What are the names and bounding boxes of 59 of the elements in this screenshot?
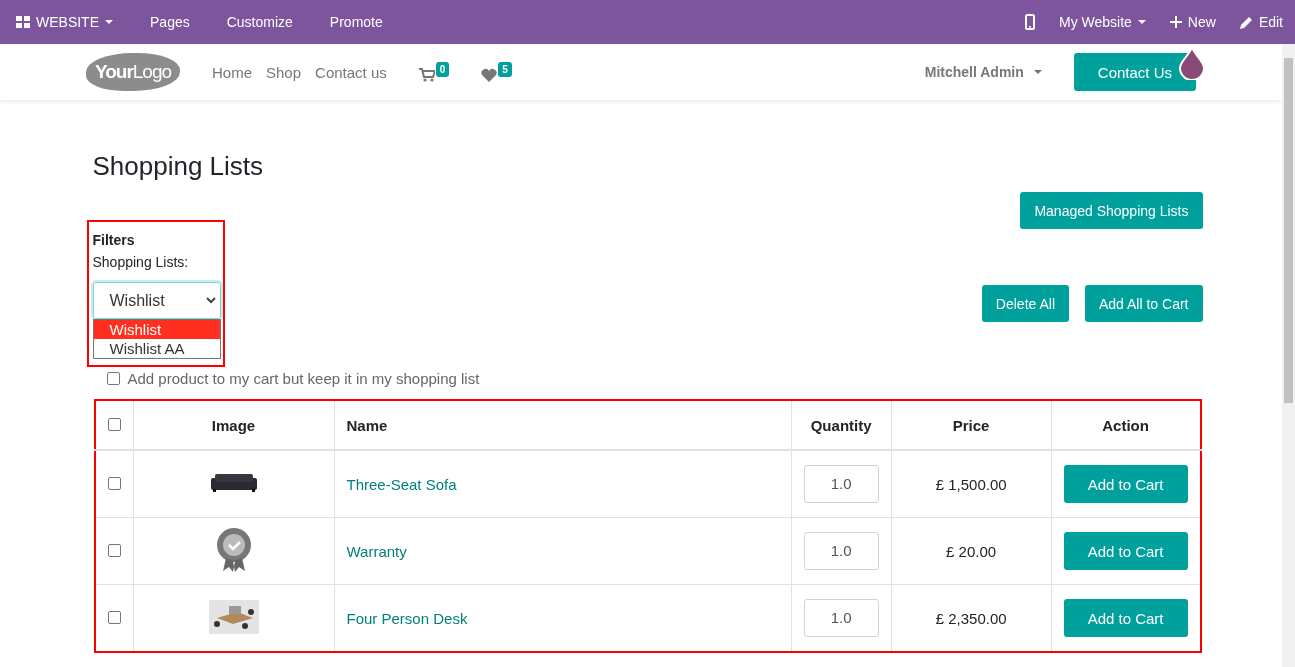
apps-grid-icon <box>16 16 30 28</box>
caret-icon <box>105 20 113 24</box>
quantity-field[interactable]: 1.0 <box>803 532 879 570</box>
page-title: Shopping Lists <box>92 151 265 181</box>
menu-item[interactable]: Customize <box>210 0 314 44</box>
nav-link[interactable]: Shop <box>266 63 302 81</box>
menu-item[interactable]: WEBSITE <box>0 0 134 44</box>
shopping-list-select[interactable]: Wishlist <box>92 282 221 319</box>
product-link[interactable]: Warranty <box>346 542 407 560</box>
quantity-field[interactable]: 1.0 <box>803 465 879 503</box>
desk-photo-placeholder <box>208 599 259 634</box>
checkbox[interactable] <box>107 543 121 557</box>
quantity-field[interactable]: 1.0 <box>803 599 879 637</box>
checkbox[interactable] <box>107 476 121 490</box>
managed-lists-button[interactable]: Managed Shopping Lists <box>1020 192 1203 229</box>
product-link[interactable]: Three-Seat Sofa <box>346 475 457 493</box>
caret-icon <box>1033 70 1042 74</box>
filter-label: Shopping Lists: <box>92 254 190 270</box>
add-to-cart-button[interactable]: Add to Cart <box>1063 599 1188 637</box>
user-menu[interactable]: Mitchell Admin <box>924 64 1042 80</box>
menu-item[interactable]: Edit <box>1227 0 1295 44</box>
count-badge: 0 <box>435 62 450 77</box>
price-text: £ 20.00 <box>946 542 997 560</box>
dropdown-option[interactable]: Wishlist AA <box>93 339 220 358</box>
caret-icon <box>1137 20 1146 24</box>
heart-icon <box>481 68 498 82</box>
pencil-icon <box>1239 15 1253 29</box>
nav-link[interactable]: Contact us <box>315 63 387 81</box>
site-logo[interactable]: YourLogo <box>86 53 180 91</box>
price-text: £ 1,500.00 <box>935 475 1007 493</box>
checkbox[interactable] <box>107 610 121 624</box>
mobile-phone-icon <box>1025 14 1035 30</box>
action-button[interactable]: Add All to Cart <box>1085 285 1203 322</box>
nav-link[interactable]: Home <box>212 63 252 81</box>
action-button[interactable]: Delete All <box>981 285 1069 322</box>
menu-item[interactable]: Promote <box>313 0 404 44</box>
product-link[interactable]: Four Person Desk <box>346 609 468 627</box>
column-header: Quantity <box>810 416 872 434</box>
add-to-cart-button[interactable]: Add to Cart <box>1063 532 1188 570</box>
contact-us-button[interactable]: Contact Us <box>1073 53 1196 91</box>
column-header: Action <box>1102 416 1149 434</box>
menu-item[interactable]: New <box>1157 0 1228 44</box>
column-header: Image <box>211 416 256 434</box>
checkbox[interactable] <box>106 372 120 385</box>
plus-icon <box>1169 16 1182 28</box>
chevron-down-icon <box>205 297 216 304</box>
dropdown-option[interactable]: Wishlist <box>93 320 220 339</box>
filters-heading: Filters <box>92 232 136 248</box>
add-to-cart-button[interactable]: Add to Cart <box>1063 465 1188 503</box>
sofa-image <box>208 471 259 494</box>
checkbox[interactable] <box>107 417 121 431</box>
menu-item[interactable]: My Website <box>1047 0 1158 44</box>
column-header: Price <box>952 416 990 434</box>
count-badge: 5 <box>498 62 512 77</box>
price-text: £ 2,350.00 <box>935 609 1007 627</box>
menu-item[interactable]: Pages <box>134 0 211 44</box>
cart-icon <box>418 68 435 82</box>
column-header: Name <box>346 416 388 434</box>
checkbox-label: Add product to my cart but keep it in my shopping list <box>127 370 480 387</box>
